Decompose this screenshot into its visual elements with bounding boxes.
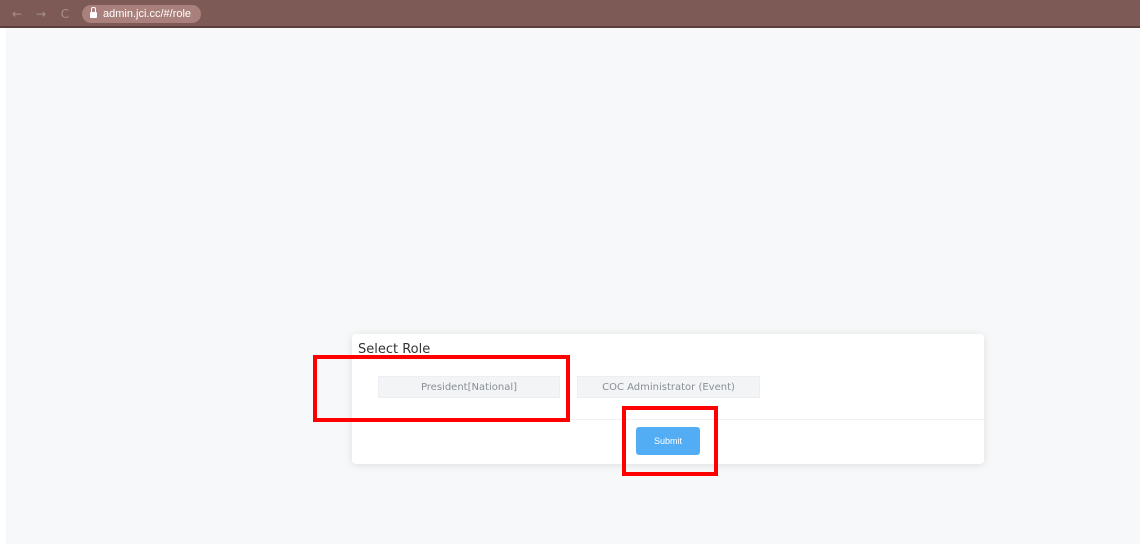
card-title: Select Role <box>358 342 431 357</box>
url-text: admin.jci.cc/#/role <box>103 8 192 20</box>
select-role-card: Select Role President[National] COC Admi… <box>352 334 984 464</box>
browser-toolbar: ← → C admin.jci.cc/#/role <box>0 0 1140 28</box>
role-option-president-national[interactable]: President[National] <box>378 376 560 398</box>
card-divider <box>352 419 984 420</box>
reload-icon[interactable]: C <box>58 7 72 21</box>
submit-button[interactable]: Submit <box>636 427 700 455</box>
lock-icon <box>90 7 97 18</box>
page-content: Select Role President[National] COC Admi… <box>6 28 1140 544</box>
back-icon[interactable]: ← <box>10 7 24 21</box>
forward-icon[interactable]: → <box>34 7 48 21</box>
address-bar[interactable]: admin.jci.cc/#/role <box>82 5 202 23</box>
role-option-coc-administrator[interactable]: COC Administrator (Event) <box>577 376 760 398</box>
